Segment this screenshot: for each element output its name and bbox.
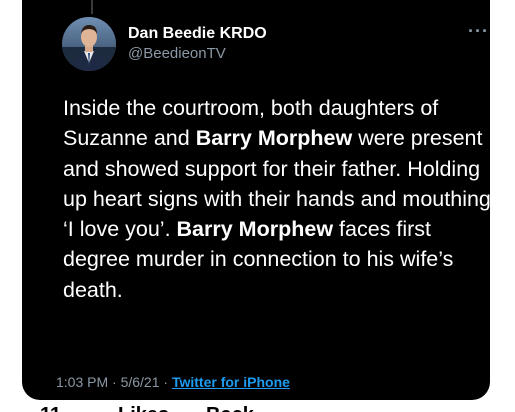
more-options-icon[interactable]: ···: [468, 22, 489, 40]
timestamp[interactable]: 1:03 PM · 5/6/21 ·: [56, 374, 172, 390]
tweet-meta: 1:03 PM · 5/6/21 · Twitter for iPhone: [56, 373, 290, 391]
bold-text-segment: Barry Morphew: [176, 217, 334, 242]
thread-connector-line: [91, 0, 93, 14]
likes-label: Likes: [118, 403, 169, 412]
engagement-row-cropped: 11 Likes Back: [40, 402, 480, 412]
page: Dan Beedie KRDO @BeedieonTV ··· Inside t…: [0, 0, 515, 412]
author-name[interactable]: Dan Beedie KRDO: [128, 24, 267, 44]
tweet-card: Dan Beedie KRDO @BeedieonTV ··· Inside t…: [22, 0, 490, 400]
back-label: Back: [206, 403, 254, 412]
avatar[interactable]: [62, 17, 116, 71]
tweet-text: Inside the courtroom, both daughters of …: [63, 93, 490, 305]
source-link[interactable]: Twitter for iPhone: [172, 374, 290, 390]
author-handle[interactable]: @BeedieonTV: [128, 44, 226, 64]
like-count: 11: [40, 403, 61, 412]
avatar-image: [62, 17, 116, 71]
bold-text-segment: Barry Morphew: [195, 126, 353, 151]
